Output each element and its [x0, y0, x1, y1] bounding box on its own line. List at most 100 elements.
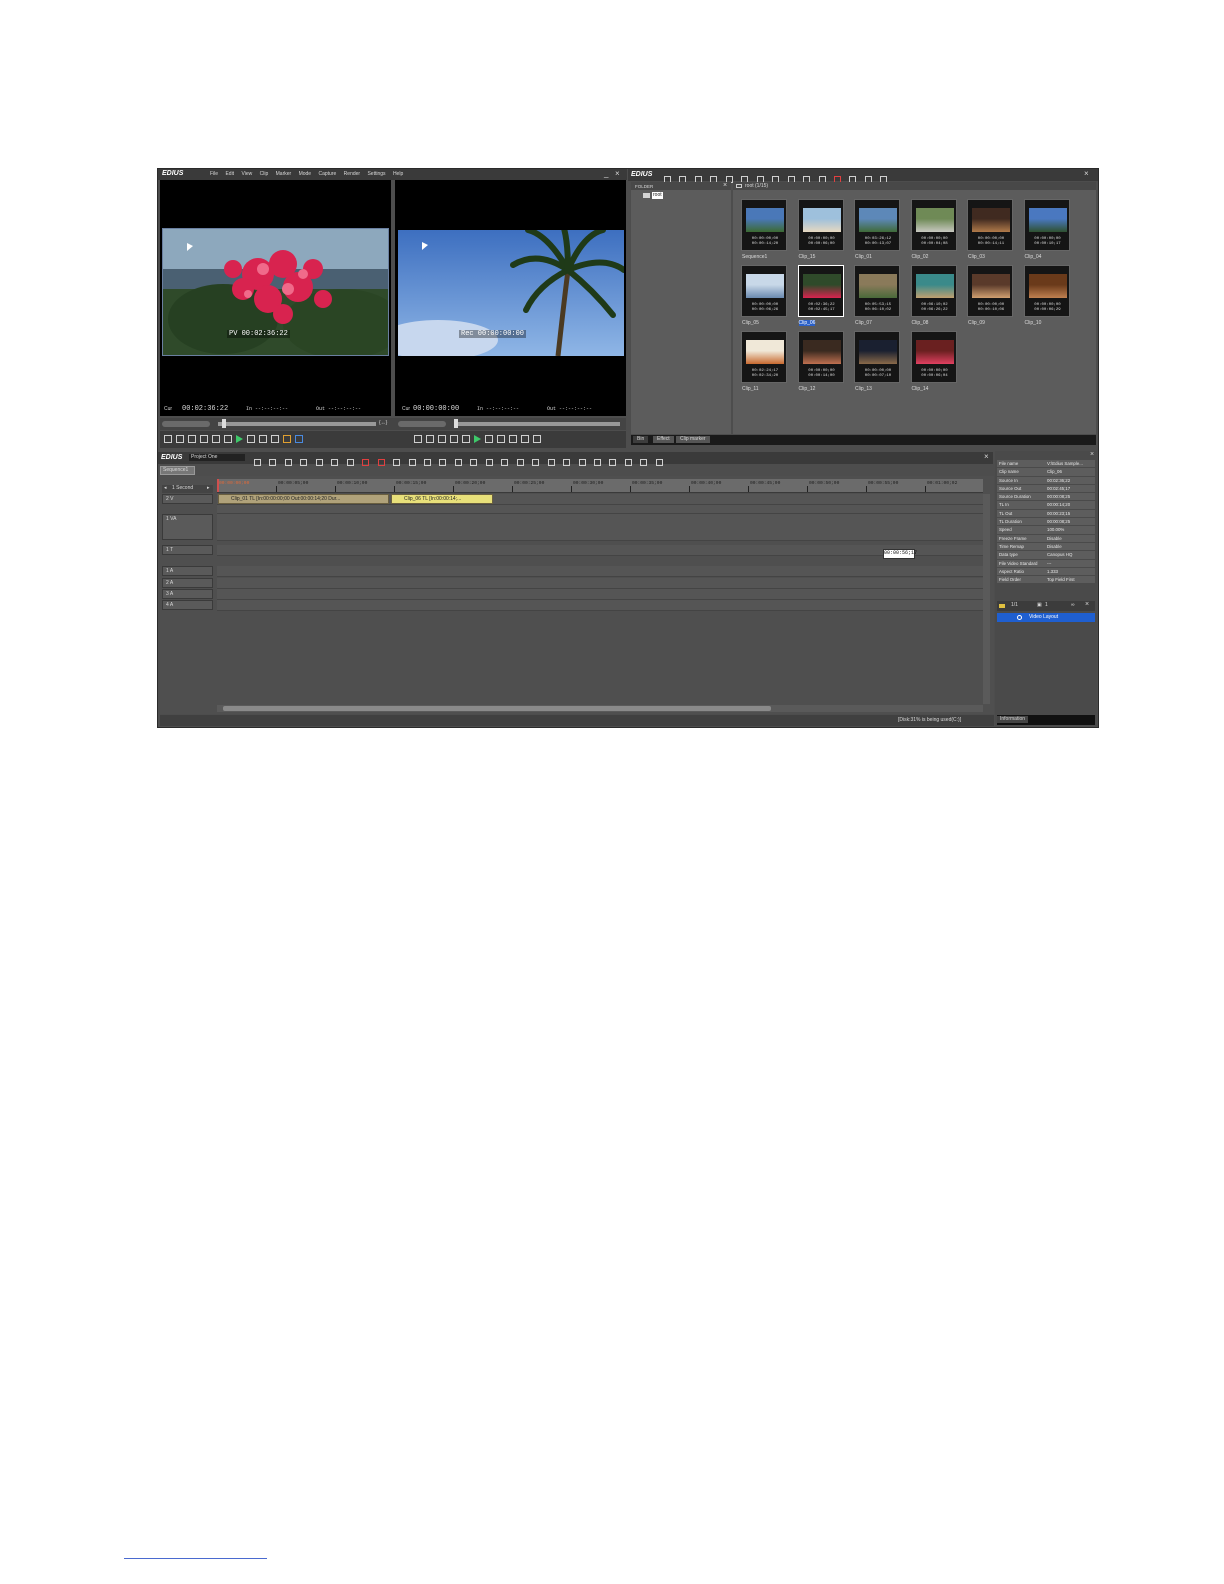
recorder-position-slider[interactable]: [454, 422, 620, 426]
tl-delete-icon[interactable]: [362, 459, 370, 467]
play-icon[interactable]: [236, 435, 243, 443]
player-shuttle-slider[interactable]: [162, 421, 210, 427]
clip-thumbnail[interactable]: 00:00:00;00 00:00:14;11: [967, 199, 1013, 251]
microphone-icon[interactable]: [532, 459, 540, 467]
scale-selector[interactable]: ◂ 1 Second ▸: [162, 485, 213, 493]
clip-thumbnail[interactable]: 00:00:00;00 00:00:14;20: [741, 199, 787, 251]
list-icon[interactable]: [563, 459, 571, 467]
menu-mode[interactable]: Mode: [299, 171, 312, 177]
menu-file[interactable]: File: [210, 171, 218, 177]
mark-out-icon[interactable]: [176, 435, 184, 443]
stop-icon[interactable]: [200, 435, 208, 443]
ripple-delete-icon[interactable]: [377, 459, 385, 467]
timeline-close-icon[interactable]: ×: [984, 453, 989, 461]
clip-name[interactable]: Clip_06: [798, 320, 816, 326]
rec-play-icon[interactable]: [474, 435, 481, 443]
fast-forward-icon[interactable]: [259, 435, 267, 443]
mark-in-icon[interactable]: [164, 435, 172, 443]
redo-icon[interactable]: [408, 459, 416, 467]
menu-clip[interactable]: Clip: [260, 171, 269, 177]
snap-icon[interactable]: [470, 459, 478, 467]
menu-help[interactable]: Help: [393, 171, 403, 177]
insert-icon[interactable]: [283, 435, 291, 443]
rec-next-edit-icon[interactable]: [533, 435, 541, 443]
display-icon[interactable]: [609, 459, 617, 467]
rec-stop-icon[interactable]: [438, 435, 446, 443]
clip-thumbnail[interactable]: 00:00:00;00 00:00:06;04: [910, 331, 957, 383]
clip-thumbnail[interactable]: 00:00:00;00 00:00:06;26: [741, 265, 787, 317]
clip-name[interactable]: Clip_13: [855, 386, 872, 392]
track-1va[interactable]: [217, 514, 983, 541]
menu-edit[interactable]: Edit: [225, 171, 234, 177]
clip-thumbnail[interactable]: 00:02:36;22 00:02:45;17: [797, 265, 844, 317]
vertical-scrollbar[interactable]: [983, 494, 990, 704]
tab-bin[interactable]: Bin: [633, 436, 649, 443]
layer-icon[interactable]: ▣: [1037, 602, 1042, 609]
link-icon[interactable]: ∞: [1071, 602, 1075, 609]
clip-thumbnail[interactable]: 00:00:00;00 00:00:14;00: [797, 331, 844, 383]
track-4a[interactable]: [217, 600, 983, 611]
clip-name[interactable]: Sequence1: [742, 254, 767, 260]
recorder-shuttle-slider[interactable]: [398, 421, 446, 427]
menu-render[interactable]: Render: [344, 171, 360, 177]
loop-icon[interactable]: {↔}: [379, 420, 387, 427]
player-position-slider[interactable]: [218, 422, 376, 426]
tl-cut-icon[interactable]: [300, 459, 308, 467]
scale-right-icon[interactable]: ▸: [207, 485, 210, 492]
marker-icon[interactable]: [501, 459, 509, 467]
clip-name[interactable]: Clip_09: [968, 320, 985, 326]
clip-name[interactable]: Clip_05: [742, 320, 759, 326]
clip-name[interactable]: Clip_14: [912, 386, 929, 392]
clip-name[interactable]: Clip_01: [855, 254, 872, 260]
clip-thumbnail[interactable]: 00:00:00;00 00:00:07;10: [854, 331, 900, 383]
track-header-1va[interactable]: 1 VA: [162, 514, 213, 540]
track-header-3a[interactable]: 3 A: [162, 589, 213, 599]
recorder-position-handle[interactable]: [454, 419, 458, 428]
rec-mark-in-icon[interactable]: [414, 435, 422, 443]
preview-icon[interactable]: [593, 459, 601, 467]
clip-menu-icon[interactable]: [188, 435, 196, 443]
rec-rewind-icon[interactable]: [450, 435, 458, 443]
clip-name[interactable]: Clip_10: [1025, 320, 1042, 326]
tl-copy-icon[interactable]: [315, 459, 323, 467]
video-layout-item[interactable]: Video Layout: [997, 613, 1095, 622]
tab-information[interactable]: Information: [997, 716, 1029, 723]
layout-icon[interactable]: [640, 459, 648, 467]
tab-sequence1[interactable]: Sequence1: [160, 466, 195, 475]
menu-settings[interactable]: Settings: [367, 171, 385, 177]
track-header-1t[interactable]: 1 T: [162, 545, 213, 555]
track-header-1a[interactable]: 1 A: [162, 566, 213, 576]
loop-play-icon[interactable]: [271, 435, 279, 443]
grid-icon[interactable]: [284, 459, 292, 467]
info-close-icon[interactable]: ×: [1090, 451, 1094, 458]
bin-close-icon[interactable]: ×: [1084, 170, 1089, 178]
horizontal-scrollbar[interactable]: [217, 705, 983, 712]
mixer-icon[interactable]: [578, 459, 586, 467]
menu-marker[interactable]: Marker: [276, 171, 292, 177]
clip-thumbnail[interactable]: 00:00:00;00 00:00:10;06: [967, 265, 1013, 317]
scale-left-icon[interactable]: ◂: [164, 485, 167, 492]
insert-mode-icon[interactable]: [423, 459, 431, 467]
sync-mode-icon[interactable]: [439, 459, 447, 467]
player-position-handle[interactable]: [222, 419, 226, 428]
clip-thumbnail[interactable]: 00:00:00;00 00:00:06;29: [1023, 265, 1070, 317]
render-icon[interactable]: [547, 459, 555, 467]
clip-thumbnail[interactable]: 00:00:00;00 00:00:10;17: [1023, 199, 1070, 251]
overwrite-icon[interactable]: [295, 435, 303, 443]
output-icon[interactable]: [624, 459, 632, 467]
recorder-screen[interactable]: Rec 00:00:00:00 Cur 00:00:00:00 In --:--…: [395, 180, 626, 416]
clip-thumbnail[interactable]: 00:00:00;00 00:00:04;08: [910, 199, 957, 251]
clip-name[interactable]: Clip_02: [912, 254, 929, 260]
clip-name[interactable]: Clip_04: [1025, 254, 1042, 260]
clip-name[interactable]: Clip_07: [855, 320, 872, 326]
rec-loop-play-icon[interactable]: [509, 435, 517, 443]
track-2a[interactable]: [217, 578, 983, 589]
track-3a[interactable]: [217, 589, 983, 600]
undo-icon[interactable]: [393, 459, 401, 467]
track-header-4a[interactable]: 4 A: [162, 600, 213, 610]
minimize-icon[interactable]: _: [604, 170, 608, 178]
timeline-clip-01[interactable]: Clip_01 TL [In:00:00:00;00 Out:00:00:14;…: [218, 494, 389, 504]
track-1a[interactable]: [217, 566, 983, 577]
track-1t[interactable]: [217, 545, 983, 556]
timeline-ruler[interactable]: 00:00:00;00 00:00:05;00 00:00:10;00 00:00:1…: [217, 479, 983, 493]
